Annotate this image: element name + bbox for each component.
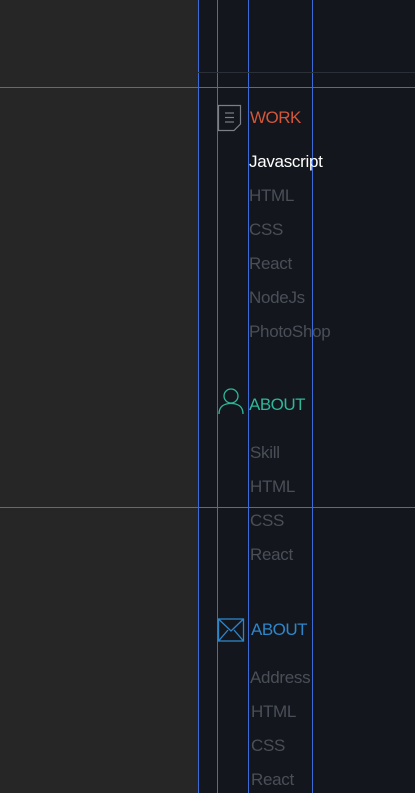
nav-item-react[interactable]: React [250, 545, 293, 565]
nav-item-html[interactable]: HTML [250, 477, 295, 497]
section-title-contact[interactable]: ABOUT [251, 620, 308, 640]
nav-item-photoshop[interactable]: PhotoShop [249, 322, 331, 342]
guide-line [198, 0, 199, 793]
page: WORK Javascript HTML CSS React NodeJs Ph… [0, 0, 415, 793]
nav-item-css[interactable]: CSS [250, 511, 284, 531]
nav-item-html[interactable]: HTML [249, 186, 294, 206]
content-pane [0, 0, 198, 793]
section-title-work[interactable]: WORK [250, 108, 301, 128]
nav-item-html[interactable]: HTML [251, 702, 296, 722]
section-title-about[interactable]: ABOUT [249, 395, 306, 415]
nav-item-css[interactable]: CSS [249, 220, 283, 240]
guide-line [0, 87, 415, 88]
user-icon [217, 387, 244, 415]
guide-line [0, 507, 415, 508]
nav-item-address[interactable]: Address [250, 668, 311, 688]
nav-item-skill[interactable]: Skill [250, 443, 280, 463]
document-icon [217, 104, 243, 132]
mail-icon [217, 617, 245, 643]
nav-item-javascript[interactable]: Javascript [249, 152, 323, 172]
guide-line [312, 0, 313, 793]
divider [198, 72, 415, 73]
nav-item-react[interactable]: React [249, 254, 292, 274]
nav-item-css[interactable]: CSS [251, 736, 285, 756]
nav-item-nodejs[interactable]: NodeJs [249, 288, 305, 308]
nav-item-react[interactable]: React [251, 770, 294, 790]
